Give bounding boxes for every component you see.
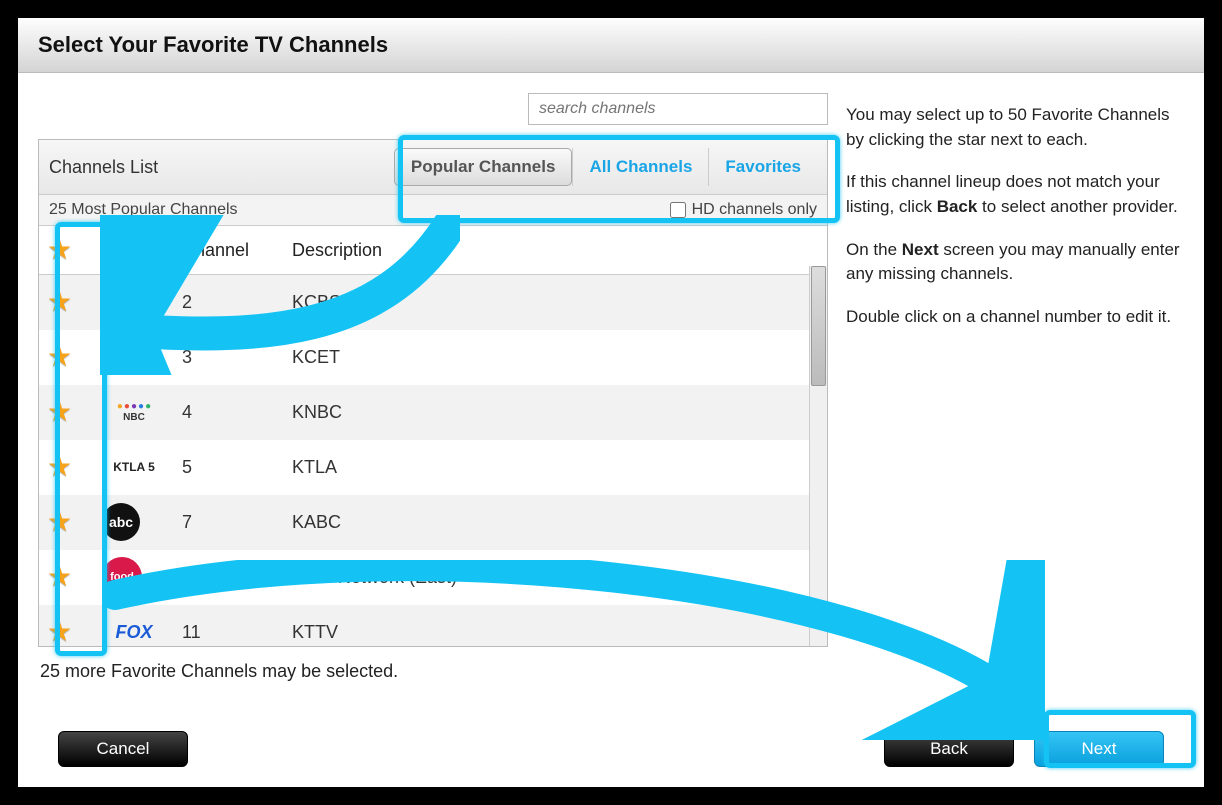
dialog-window: Select Your Favorite TV Channels Channel… [18, 18, 1204, 787]
panel-subtitle: 25 Most Popular Channels [49, 201, 238, 219]
table-row[interactable]: ★ food 8Food Network (East) [39, 550, 827, 605]
channel-number[interactable]: 11 [174, 605, 284, 647]
hd-only-label[interactable]: HD channels only [670, 201, 817, 219]
channels-table: ★ Image Channel Description ★ ●CBS2KCBS ★ 3… [39, 226, 827, 646]
channel-number[interactable]: 3 [174, 330, 284, 385]
table-row[interactable]: ★ 3KCET [39, 330, 827, 385]
star-icon[interactable]: ★ [47, 508, 72, 536]
channel-logo: abc [102, 503, 140, 541]
tab-popular-channels[interactable]: Popular Channels [394, 148, 573, 186]
channel-description: KCET [284, 330, 827, 385]
channel-number[interactable]: 2 [174, 275, 284, 330]
star-icon[interactable]: ★ [47, 398, 72, 426]
table-row[interactable]: ★ KTLA 55KTLA [39, 440, 827, 495]
search-input[interactable] [528, 93, 828, 125]
channel-description: KABC [284, 495, 827, 550]
scrollbar[interactable] [809, 266, 827, 646]
help-text: You may select up to 50 Favorite Channel… [846, 73, 1184, 787]
channel-number[interactable]: 8 [174, 550, 284, 605]
panel-title: Channels List [49, 157, 158, 178]
tabs: Popular Channels All Channels Favorites [394, 148, 817, 186]
star-icon[interactable]: ★ [47, 343, 72, 371]
channel-logo: FOX [102, 612, 166, 646]
channels-panel: Channels List Popular Channels All Chann… [38, 139, 828, 647]
hd-only-checkbox[interactable] [670, 202, 686, 218]
star-icon[interactable]: ★ [47, 618, 72, 646]
channel-logo: ●CBS [102, 282, 166, 322]
column-description: Description [284, 226, 827, 275]
cancel-button[interactable]: Cancel [58, 731, 188, 767]
channel-logo [102, 337, 166, 377]
channel-number[interactable]: 4 [174, 385, 284, 440]
tab-favorites[interactable]: Favorites [708, 148, 817, 186]
channel-number[interactable]: 5 [174, 440, 284, 495]
channel-description: KCBS [284, 275, 827, 330]
column-image: Image [94, 226, 174, 275]
column-channel: Channel [174, 226, 284, 275]
channel-number[interactable]: 7 [174, 495, 284, 550]
channel-description: KTLA [284, 440, 827, 495]
column-star: ★ [39, 226, 94, 275]
channel-logo: food [102, 557, 142, 597]
next-button[interactable]: Next [1034, 731, 1164, 767]
table-row[interactable]: ★ ●●●●●NBC4KNBC [39, 385, 827, 440]
back-button[interactable]: Back [884, 731, 1014, 767]
scrollbar-thumb[interactable] [811, 266, 826, 386]
table-row[interactable]: ★ abc 7KABC [39, 495, 827, 550]
table-row[interactable]: ★ FOX11KTTV [39, 605, 827, 647]
channel-logo: ●●●●●NBC [102, 392, 166, 432]
table-row[interactable]: ★ ●CBS2KCBS [39, 275, 827, 330]
channel-description: KTTV [284, 605, 827, 647]
channel-description: Food Network (East) [284, 550, 827, 605]
star-icon: ★ [47, 236, 72, 264]
star-icon[interactable]: ★ [47, 563, 72, 591]
channel-description: KNBC [284, 385, 827, 440]
channel-logo: KTLA 5 [102, 447, 166, 487]
star-icon[interactable]: ★ [47, 288, 72, 316]
star-icon[interactable]: ★ [47, 453, 72, 481]
tab-all-channels[interactable]: All Channels [572, 148, 708, 186]
selection-footnote: 25 more Favorite Channels may be selecte… [38, 647, 828, 696]
dialog-title: Select Your Favorite TV Channels [18, 18, 1204, 73]
